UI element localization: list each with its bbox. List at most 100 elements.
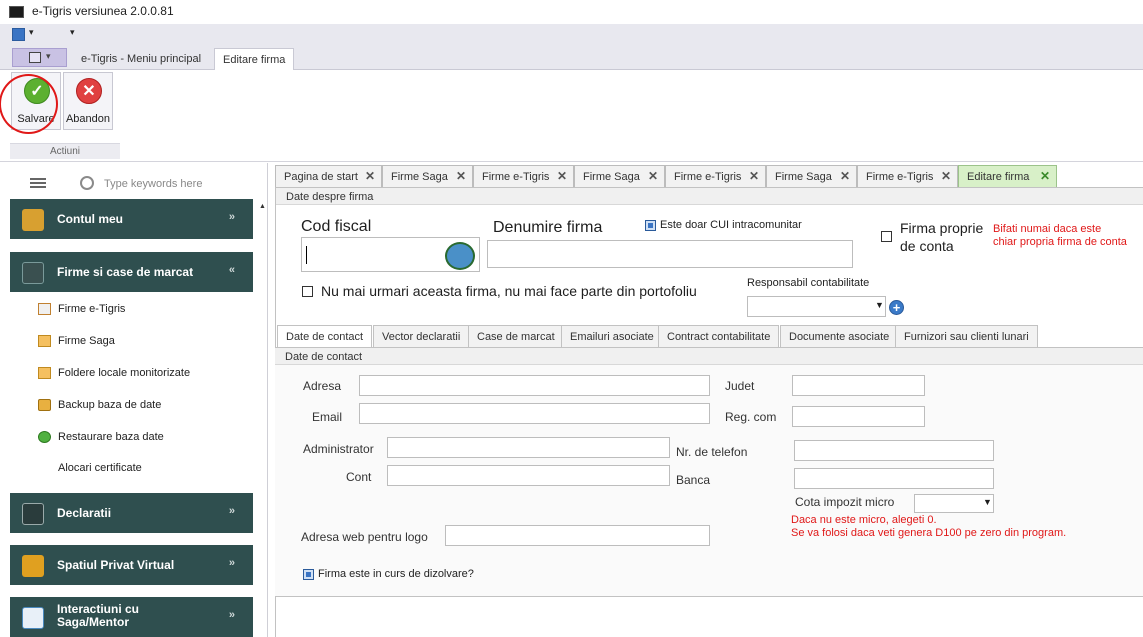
hamburger-menu-icon[interactable] (30, 178, 46, 188)
ribbon-group-label: Actiuni (10, 143, 120, 159)
spreadsheet-icon (22, 607, 44, 629)
tab-documente[interactable]: Documente asociate (780, 325, 899, 347)
dropdown-arrow-icon: ▾ (46, 51, 51, 61)
close-icon[interactable]: ✕ (941, 169, 951, 183)
restore-icon (38, 431, 51, 443)
lookup-globe-icon[interactable] (445, 242, 475, 270)
ribbon-tab-strip: ▾ e-Tigris - Meniu principal Editare fir… (0, 46, 1143, 71)
scroll-up-arrow-icon[interactable]: ▲ (259, 203, 266, 210)
cota-micro-label: Cota impozit micro (795, 495, 895, 509)
doc-tab[interactable]: Firme Saga ✕ (766, 165, 857, 187)
banca-input[interactable] (794, 468, 994, 489)
tab-furnizori[interactable]: Furnizori sau clienti lunari (895, 325, 1038, 347)
doc-tab[interactable]: Firme e-Tigris ✕ (665, 165, 766, 187)
cont-input[interactable] (387, 465, 670, 486)
declaration-icon (22, 503, 44, 525)
save-button[interactable]: ✓ Salvare (11, 72, 61, 130)
customize-qat-button[interactable]: ▾ (70, 27, 75, 43)
tab-edit-company[interactable]: Editare firma (214, 48, 295, 71)
banca-label: Banca (676, 473, 711, 487)
cash-register-icon (22, 262, 44, 284)
adresa-input[interactable] (359, 375, 710, 396)
app-icon (9, 6, 24, 18)
cui-intracom-label: Este doar CUI intracomunitar (660, 219, 802, 231)
checkmark-icon: ✓ (24, 78, 50, 104)
close-icon[interactable]: ✕ (557, 169, 567, 183)
firma-proprie-hint-1: Bifati numai daca este (993, 223, 1102, 235)
telefon-label: Nr. de telefon (676, 445, 748, 459)
dropdown-arrow-icon: ▼ (875, 300, 884, 310)
sidebar-section-saga-mentor[interactable]: Interactiuni cu Saga/Mentor » (10, 597, 253, 637)
chevron-up-icon: « (228, 264, 235, 276)
cancel-button[interactable]: ✕ Abandon (63, 72, 113, 130)
responsabil-label: Responsabil contabilitate (747, 277, 870, 289)
close-icon[interactable]: ✕ (648, 169, 658, 183)
cui-intracom-checkbox[interactable] (645, 220, 656, 231)
text-cursor (306, 246, 307, 264)
adresa-web-label: Adresa web pentru logo (301, 530, 428, 544)
tab-date-contact[interactable]: Date de contact (277, 325, 373, 348)
telefon-input[interactable] (794, 440, 994, 461)
close-icon[interactable]: ✕ (840, 169, 850, 183)
doc-tab[interactable]: Pagina de start ✕ (275, 165, 382, 187)
reg-com-input[interactable] (792, 406, 925, 427)
tab-case-marcat[interactable]: Case de marcat (468, 325, 564, 347)
section-header-contact: Date de contact (275, 348, 1143, 365)
denumire-input[interactable] (487, 240, 853, 268)
adresa-web-input[interactable] (445, 525, 710, 546)
close-icon[interactable]: ✕ (1040, 169, 1050, 183)
users-icon (22, 209, 44, 231)
sidebar-section-spv[interactable]: Spatiul Privat Virtual » (10, 545, 253, 585)
close-icon: ✕ (76, 78, 102, 104)
tab-vector-declaratii[interactable]: Vector declaratii (373, 325, 470, 347)
doc-tab-active[interactable]: Editare firma ✕ (958, 165, 1057, 187)
save-icon (12, 28, 25, 41)
sidebar-section-account[interactable]: Contul meu » (10, 199, 253, 239)
cont-label: Cont (346, 470, 372, 484)
sidebar-search-input[interactable]: Type keywords here (104, 178, 202, 190)
doc-tab[interactable]: Firme Saga ✕ (574, 165, 665, 187)
reg-com-label: Reg. com (725, 410, 777, 424)
close-icon[interactable]: ✕ (365, 169, 375, 183)
nu-urmari-label: Nu mai urmari aceasta firma, nu mai face… (321, 283, 697, 299)
application-menu-button[interactable]: ▾ (12, 48, 67, 67)
firma-proprie-checkbox[interactable] (881, 231, 892, 242)
title-bar: e-Tigris versiunea 2.0.0.81 (0, 0, 1143, 24)
ribbon-panel: ✓ Salvare ✕ Abandon Actiuni (0, 70, 1143, 162)
close-icon[interactable]: ✕ (456, 169, 466, 183)
sidebar-section-declaratii[interactable]: Declaratii » (10, 493, 253, 533)
dizolvare-checkbox[interactable] (303, 569, 314, 580)
tab-contract[interactable]: Contract contabilitate (658, 325, 780, 347)
doc-tab[interactable]: Firme e-Tigris ✕ (857, 165, 958, 187)
judet-input[interactable] (792, 375, 925, 396)
cota-hint-1: Daca nu este micro, alegeti 0. (791, 514, 937, 526)
cod-fiscal-input[interactable] (301, 237, 480, 272)
adresa-label: Adresa (303, 379, 342, 393)
chevron-down-icon: » (228, 609, 235, 621)
email-input[interactable] (359, 403, 710, 424)
dropdown-arrow-icon: ▾ (29, 27, 34, 37)
doc-tab[interactable]: Firme e-Tigris ✕ (473, 165, 574, 187)
administrator-input[interactable] (387, 437, 670, 458)
cod-fiscal-label: Cod fiscal (301, 218, 372, 235)
firma-proprie-label-2: de conta (900, 238, 954, 254)
folder-icon (38, 335, 51, 347)
sidebar-section-companies[interactable]: Firme si case de marcat « (10, 252, 253, 292)
dizolvare-label: Firma este in curs de dizolvare? (318, 568, 474, 580)
doc-tab[interactable]: Firme Saga ✕ (382, 165, 473, 187)
tab-emailuri[interactable]: Emailuri asociate (561, 325, 663, 347)
cota-micro-select[interactable]: ▼ (914, 494, 994, 513)
nu-urmari-checkbox[interactable] (302, 286, 313, 297)
tab-main-menu[interactable]: e-Tigris - Meniu principal (73, 48, 209, 70)
dropdown-arrow-icon: ▼ (983, 497, 992, 507)
chevron-down-icon: » (228, 211, 235, 223)
chevron-down-icon: » (228, 505, 235, 517)
close-icon[interactable]: ✕ (749, 169, 759, 183)
add-icon[interactable]: + (889, 300, 904, 315)
responsabil-select[interactable]: ▼ (747, 296, 886, 317)
window-title: e-Tigris versiunea 2.0.0.81 (32, 4, 174, 18)
chevron-down-icon: » (228, 557, 235, 569)
book-icon (22, 555, 44, 577)
database-icon (38, 399, 51, 411)
judet-label: Judet (725, 379, 755, 393)
